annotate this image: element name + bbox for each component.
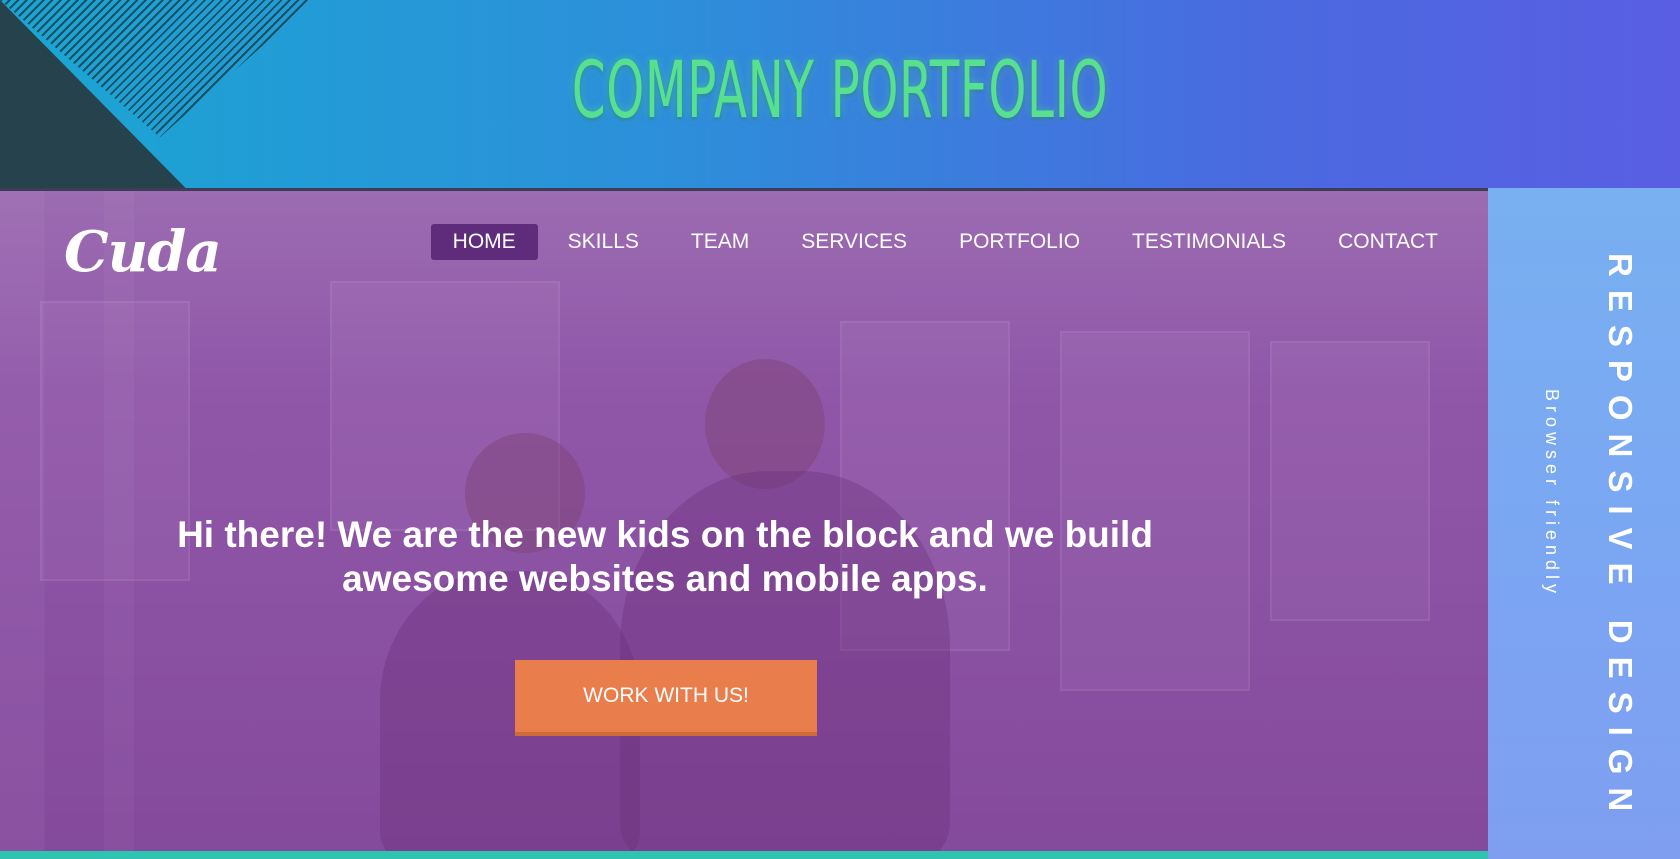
nav-contact[interactable]: CONTACT (1316, 224, 1460, 260)
bottom-accent-bar (0, 851, 1488, 859)
banner: COMPANY PORTFOLIO (0, 0, 1680, 188)
work-with-us-button[interactable]: WORK WITH US! (515, 660, 817, 736)
banner-title: COMPANY PORTFOLIO (571, 46, 1109, 136)
nav-portfolio[interactable]: PORTFOLIO (937, 224, 1102, 260)
nav-skills[interactable]: SKILLS (546, 224, 661, 260)
nav-testimonials[interactable]: TESTIMONIALS (1110, 224, 1308, 260)
side-panel (1488, 188, 1680, 859)
nav-services[interactable]: SERVICES (779, 224, 929, 260)
nav-home[interactable]: HOME (430, 224, 538, 260)
main-nav: HOME SKILLS TEAM SERVICES PORTFOLIO TEST… (423, 224, 1460, 260)
side-panel-subtitle: Browser friendly (1542, 389, 1562, 599)
nav-team[interactable]: TEAM (669, 224, 771, 260)
hero-headline: Hi there! We are the new kids on the blo… (177, 514, 1153, 599)
side-panel-title: RESPONSIVE DESIGN (1602, 253, 1639, 825)
cuda-logo[interactable]: Cuda (64, 219, 222, 285)
hero-section: Cuda HOME SKILLS TEAM SERVICES PORTFOLIO… (0, 188, 1488, 851)
